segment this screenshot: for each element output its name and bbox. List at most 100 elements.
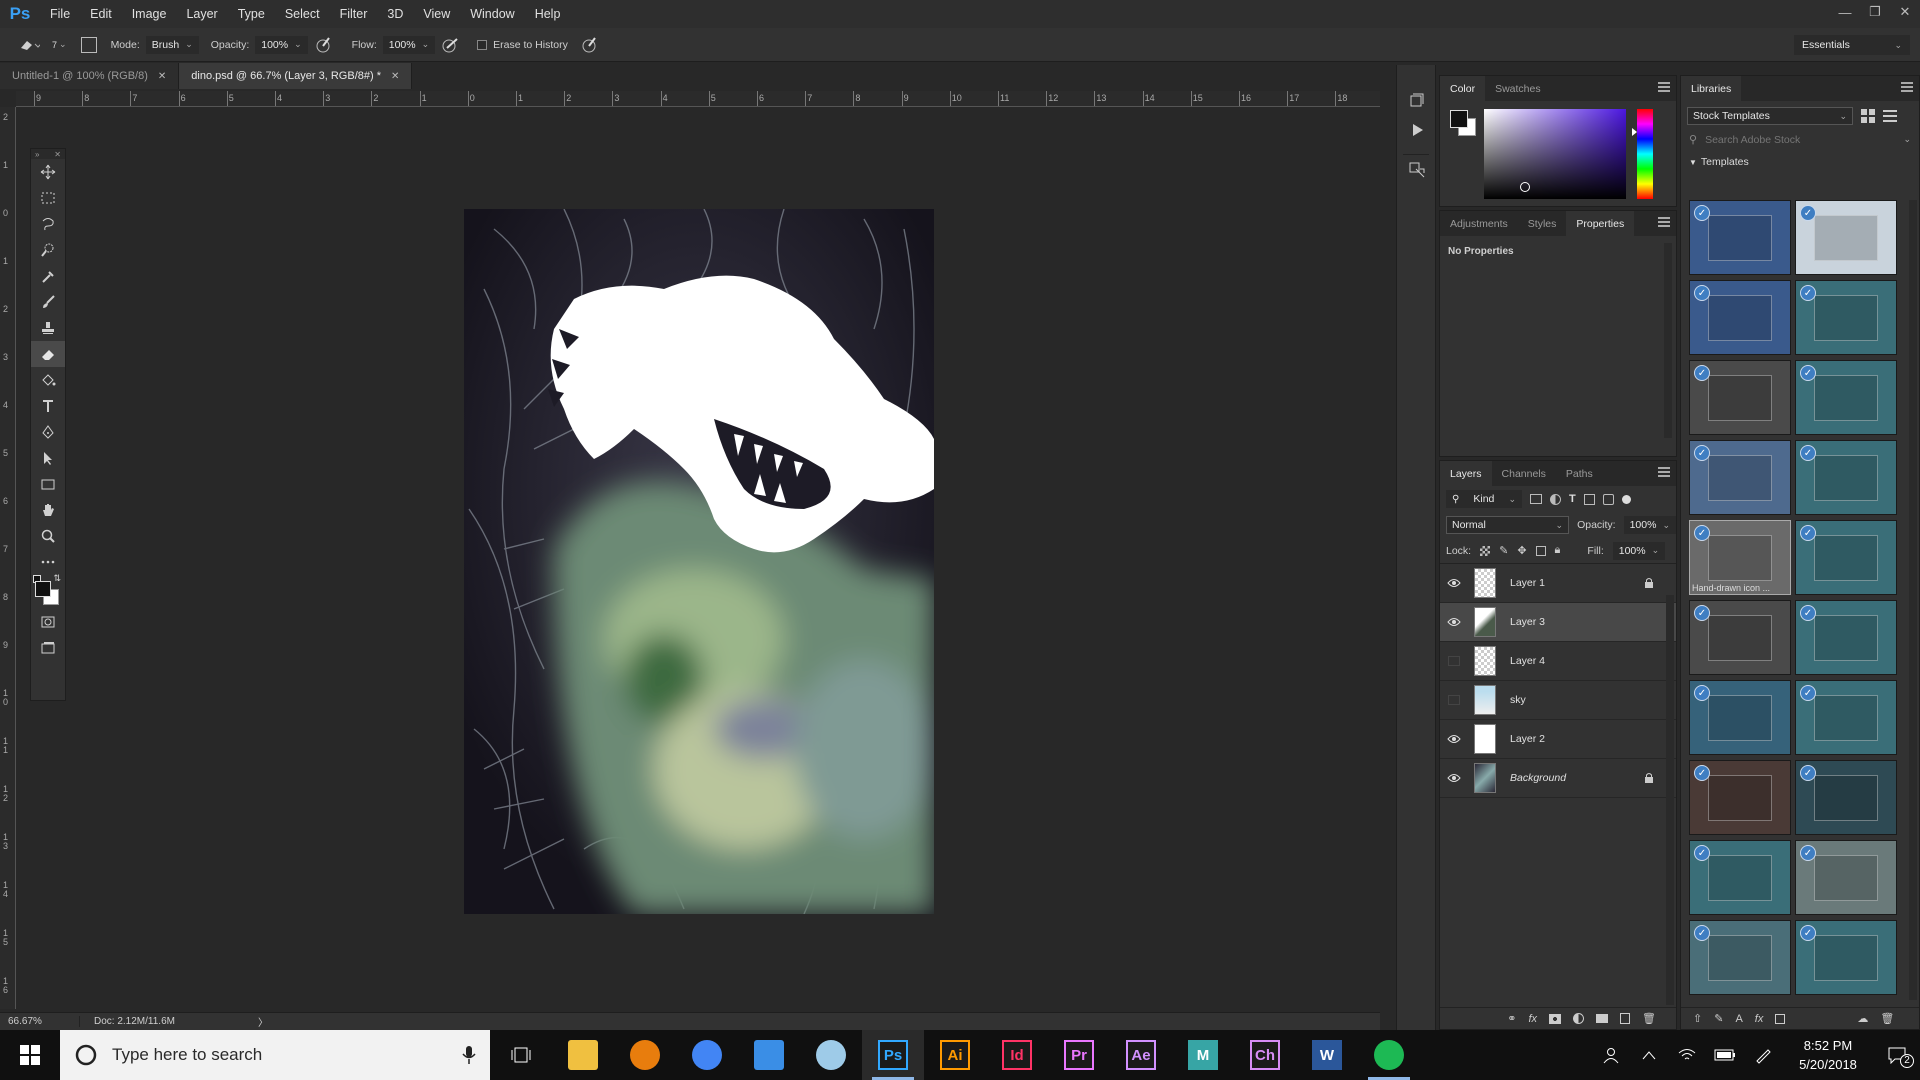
type-tool[interactable] [31, 393, 65, 419]
color-swatch-icon[interactable] [1775, 1013, 1786, 1024]
minimize-button[interactable]: — [1830, 0, 1860, 24]
template-thumbnail[interactable]: ✓ [1689, 600, 1791, 675]
tab-styles[interactable]: Styles [1518, 211, 1567, 236]
lock-artboard-icon[interactable] [1535, 545, 1546, 556]
color-field[interactable] [1484, 109, 1626, 199]
pressure-size-icon[interactable] [580, 36, 598, 54]
tools-panel-header[interactable]: » ✕ [31, 149, 65, 159]
tab-channels[interactable]: Channels [1492, 461, 1556, 486]
tab-color[interactable]: Color [1440, 76, 1486, 101]
menu-window[interactable]: Window [460, 7, 524, 21]
document-canvas[interactable] [464, 209, 934, 914]
eraser-preset-icon[interactable] [18, 37, 40, 53]
close-icon[interactable]: ✕ [158, 71, 166, 82]
collapse-icon[interactable]: » [35, 150, 39, 159]
panel-menu-icon[interactable] [1658, 217, 1670, 227]
menu-help[interactable]: Help [525, 7, 571, 21]
eye-icon[interactable] [1440, 578, 1468, 588]
brush-size-picker[interactable]: 7 ⌄ [52, 39, 67, 50]
properties-scrollbar[interactable] [1664, 243, 1672, 438]
erase-history-checkbox[interactable] [477, 39, 488, 50]
template-thumbnail[interactable]: ✓ [1689, 920, 1791, 995]
menu-select[interactable]: Select [275, 7, 330, 21]
eyedropper-tool[interactable] [31, 263, 65, 289]
filter-pixel-icon[interactable] [1530, 494, 1542, 504]
trash-icon[interactable]: 🗑︎ [1880, 1012, 1894, 1025]
brush-panel-icon[interactable] [80, 36, 97, 53]
list-view-icon[interactable] [1883, 110, 1897, 122]
eye-icon[interactable] [1440, 773, 1468, 783]
foreground-color-swatch[interactable] [1450, 110, 1468, 128]
taskbar-app-maya[interactable]: M [1172, 1030, 1234, 1080]
hand-tool[interactable] [31, 497, 65, 523]
template-thumbnail[interactable]: ✓ [1795, 520, 1897, 595]
template-thumbnail[interactable]: ✓ [1795, 600, 1897, 675]
new-group-icon[interactable] [1596, 1014, 1609, 1023]
filter-type-icon[interactable]: T [1569, 493, 1576, 505]
paint-bucket-tool[interactable] [31, 367, 65, 393]
layer-row[interactable]: Layer 3 [1440, 603, 1676, 642]
new-layer-icon[interactable] [1620, 1013, 1631, 1024]
lock-pixels-icon[interactable]: ✎ [1499, 544, 1508, 557]
lock-position-icon[interactable]: ✥ [1517, 544, 1526, 557]
taskbar-app-photoshop[interactable]: Ps [862, 1030, 924, 1080]
template-thumbnail[interactable]: ✓ [1795, 760, 1897, 835]
history-panel-button[interactable] [1397, 85, 1437, 115]
task-view-button[interactable] [490, 1030, 552, 1080]
taskbar-app-premiere[interactable]: Pr [1048, 1030, 1110, 1080]
taskbar-search[interactable]: Type here to search [60, 1030, 490, 1080]
template-thumbnail[interactable]: ✓ [1795, 680, 1897, 755]
template-thumbnail[interactable]: ✓ Hand-drawn icon ... [1689, 520, 1791, 595]
quick-mask-button[interactable] [31, 609, 65, 635]
menu-filter[interactable]: Filter [330, 7, 378, 21]
brush-tool[interactable] [31, 289, 65, 315]
template-thumbnail[interactable]: ✓ [1795, 200, 1897, 275]
layer-style-icon[interactable]: fx [1528, 1013, 1537, 1025]
close-window-button[interactable]: ✕ [1890, 0, 1920, 24]
upload-icon[interactable]: ⇧ [1693, 1012, 1702, 1025]
airbrush-icon[interactable] [441, 36, 459, 54]
people-icon[interactable] [1592, 1046, 1630, 1064]
template-thumbnail[interactable]: ✓ [1795, 840, 1897, 915]
panel-menu-icon[interactable] [1658, 467, 1670, 477]
template-thumbnail[interactable]: ✓ [1795, 440, 1897, 515]
lock-all-icon[interactable]: 🔒︎ [1555, 544, 1561, 557]
template-thumbnail[interactable]: ✓ [1689, 280, 1791, 355]
character-style-icon[interactable]: A [1735, 1013, 1742, 1025]
template-thumbnail[interactable]: ✓ [1689, 360, 1791, 435]
ruler-vertical[interactable]: 2101234567891 01 11 21 31 41 51 6 [0, 107, 16, 1009]
taskbar-app-store[interactable] [738, 1030, 800, 1080]
actions-panel-button[interactable] [1397, 115, 1437, 145]
templates-section-header[interactable]: ▼ Templates [1681, 152, 1919, 172]
close-icon[interactable]: ✕ [391, 71, 399, 82]
layer-row[interactable]: Layer 2 [1440, 720, 1676, 759]
screen-mode-button[interactable] [31, 635, 65, 661]
action-center-icon[interactable]: 2 [1874, 1046, 1920, 1068]
lock-transparent-icon[interactable] [1480, 545, 1491, 556]
rectangle-tool[interactable] [31, 471, 65, 497]
taskbar-app-blender[interactable] [614, 1030, 676, 1080]
menu-image[interactable]: Image [122, 7, 177, 21]
taskbar-app-chrome[interactable] [676, 1030, 738, 1080]
taskbar-clock[interactable]: 8:52 PM 5/20/2018 [1782, 1036, 1874, 1074]
visibility-toggle[interactable] [1440, 656, 1468, 666]
filter-toggle-icon[interactable] [1621, 494, 1631, 504]
menu-3d[interactable]: 3D [377, 7, 413, 21]
tab-dino-psd[interactable]: dino.psd @ 66.7% (Layer 3, RGB/8#) * ✕ [179, 63, 413, 89]
template-thumbnail[interactable]: ✓ [1795, 360, 1897, 435]
close-icon[interactable]: ✕ [54, 150, 61, 159]
template-thumbnail[interactable]: ✓ [1795, 920, 1897, 995]
wifi-icon[interactable] [1668, 1048, 1706, 1062]
flow-input[interactable]: 100% ⌄ [382, 35, 436, 54]
add-content-icon[interactable]: ✎ [1714, 1012, 1723, 1025]
quick-selection-tool[interactable] [31, 237, 65, 263]
zoom-level[interactable]: 66.67% [0, 1016, 80, 1027]
ruler-horizontal[interactable]: 9 8 7 6 5 4 3 2 1 0 1 2 3 4 5 6 7 8 9 10 11 12 13 14 15 16 17 18 [16, 91, 1380, 107]
taskbar-app-paint[interactable] [800, 1030, 862, 1080]
opacity-input[interactable]: 100% ⌄ [255, 35, 308, 54]
template-thumbnail[interactable]: ✓ [1689, 840, 1791, 915]
stamp-tool[interactable] [31, 315, 65, 341]
add-mask-icon[interactable] [1549, 1013, 1562, 1024]
status-menu-arrow[interactable]: 〉 [258, 1014, 268, 1029]
filter-kind-select[interactable]: ⚲ Kind ⌄ [1446, 490, 1522, 508]
